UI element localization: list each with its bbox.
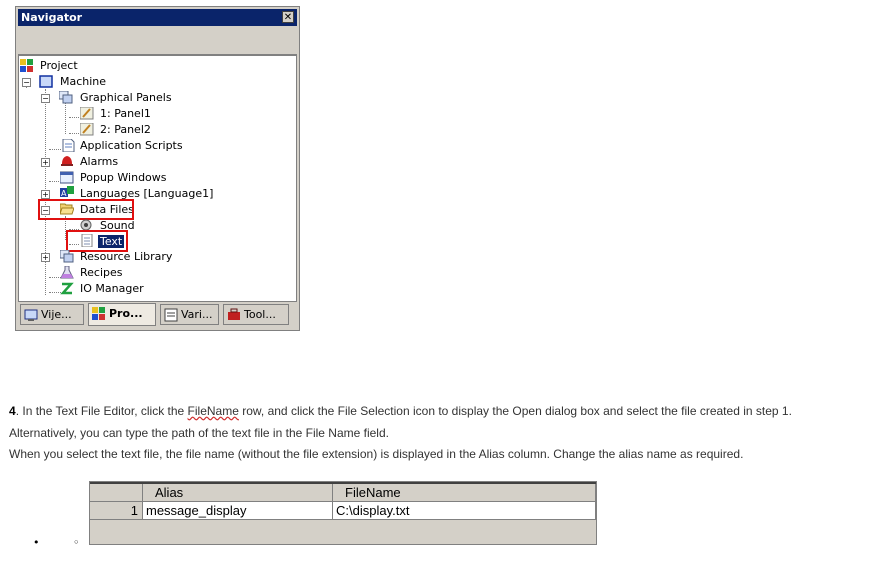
alarm-icon bbox=[61, 156, 73, 166]
tab-variables[interactable]: Vari... bbox=[160, 304, 219, 325]
tree-item-popup-windows[interactable]: Popup Windows bbox=[80, 170, 167, 185]
alias-cell[interactable]: message_display bbox=[143, 502, 333, 520]
expand-icon[interactable]: + bbox=[41, 253, 50, 262]
instruction-alias: When you select the text file, the file … bbox=[9, 447, 744, 461]
tree-item-recipes[interactable]: Recipes bbox=[80, 265, 123, 280]
recipe-icon bbox=[60, 266, 74, 279]
instruction-step-4: 4. In the Text File Editor, click the Fi… bbox=[9, 404, 792, 418]
tab-project[interactable]: Pro... bbox=[88, 303, 156, 326]
step-number: 4 bbox=[9, 404, 16, 418]
tree-item-resource-library[interactable]: Resource Library bbox=[80, 249, 172, 264]
project-tree[interactable]: Project − Machine − Graphical Panels 1: … bbox=[18, 55, 297, 302]
popup-window-icon bbox=[60, 171, 74, 184]
tree-item-machine[interactable]: Machine bbox=[60, 74, 106, 89]
close-icon[interactable]: ✕ bbox=[282, 11, 294, 23]
panel-icon bbox=[80, 107, 94, 120]
expand-icon[interactable]: + bbox=[41, 158, 50, 167]
column-header-alias[interactable]: Alias bbox=[143, 484, 333, 502]
navigator-title: Navigator bbox=[21, 11, 83, 24]
instruction-alternative: Alternatively, you can type the path of … bbox=[9, 426, 389, 440]
toolbox-icon bbox=[228, 308, 240, 320]
navigator-window: Navigator ✕ Project − Machine − Graphica… bbox=[15, 6, 300, 331]
tree-item-panel1[interactable]: 1: Panel1 bbox=[100, 106, 151, 121]
filename-cell[interactable]: C:\display.txt bbox=[333, 502, 596, 520]
tree-item-graphical-panels[interactable]: Graphical Panels bbox=[80, 90, 172, 105]
filename-term: FileName bbox=[187, 404, 239, 418]
tab-toolbox[interactable]: Tool... bbox=[223, 304, 289, 325]
svg-text:A: A bbox=[61, 189, 67, 198]
panel-icon bbox=[80, 123, 94, 136]
navigator-toolbar bbox=[18, 27, 297, 55]
machine-icon bbox=[39, 75, 53, 88]
tree-item-io-manager[interactable]: IO Manager bbox=[80, 281, 144, 296]
row-index[interactable]: 1 bbox=[90, 502, 143, 520]
bullet-filled: • bbox=[33, 536, 40, 549]
tree-item-project[interactable]: Project bbox=[40, 58, 78, 73]
panels-icon bbox=[59, 91, 73, 104]
view-icon bbox=[24, 309, 38, 321]
column-header-filename[interactable]: FileName bbox=[333, 484, 596, 502]
text-file-grid[interactable]: Alias FileName 1 message_display C:\disp… bbox=[89, 481, 597, 545]
script-icon bbox=[62, 139, 75, 152]
grid-corner-header bbox=[90, 484, 143, 502]
navigator-tabs: Vije... Pro... Vari... Tool... bbox=[18, 303, 297, 327]
tree-item-panel2[interactable]: 2: Panel2 bbox=[100, 122, 151, 137]
collapse-icon[interactable]: − bbox=[22, 78, 31, 87]
bullet-hollow: ◦ bbox=[73, 536, 80, 549]
highlight-data-files bbox=[38, 199, 134, 220]
project-icon bbox=[92, 307, 105, 320]
tree-item-alarms[interactable]: Alarms bbox=[80, 154, 118, 169]
tree-item-application-scripts[interactable]: Application Scripts bbox=[80, 138, 183, 153]
variables-icon bbox=[164, 308, 178, 322]
tab-view[interactable]: Vije... bbox=[20, 304, 84, 325]
language-icon: A bbox=[60, 186, 74, 198]
collapse-icon[interactable]: − bbox=[41, 94, 50, 103]
expand-icon[interactable]: + bbox=[41, 190, 50, 199]
resource-library-icon bbox=[60, 250, 74, 263]
navigator-title-bar[interactable]: Navigator ✕ bbox=[18, 9, 297, 26]
project-icon bbox=[20, 59, 33, 72]
io-manager-icon bbox=[60, 282, 74, 295]
